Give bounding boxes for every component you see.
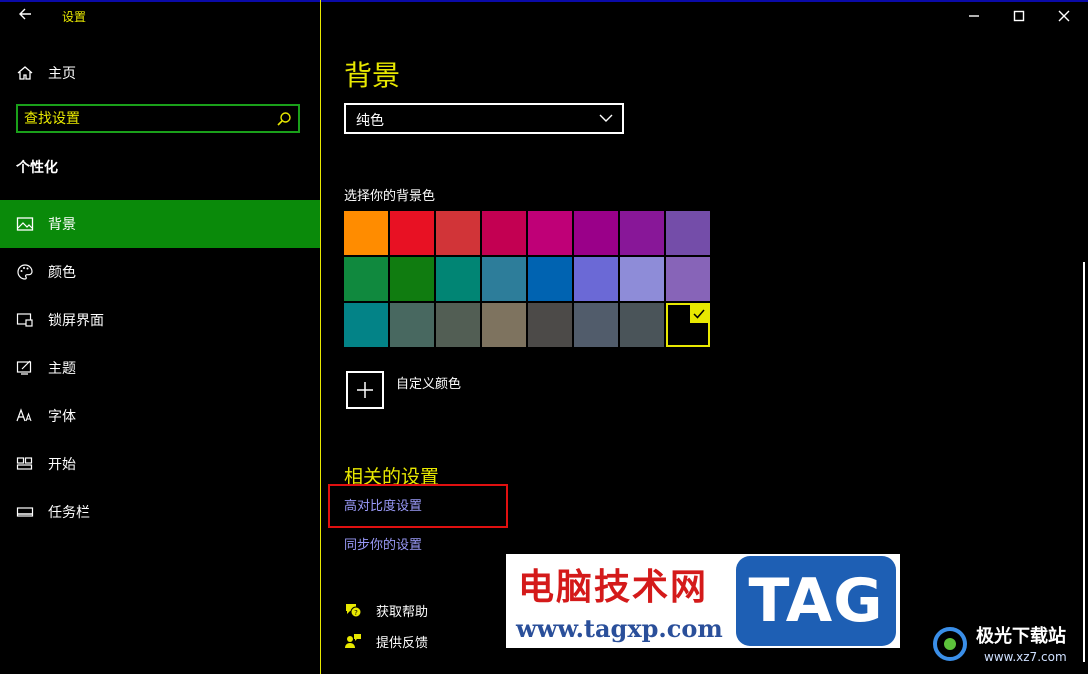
watermark-corner-url: www.xz7.com <box>984 650 1067 664</box>
color-swatch[interactable] <box>666 257 710 301</box>
feedback-icon <box>345 634 361 648</box>
get-help-label: 获取帮助 <box>376 604 429 620</box>
color-swatch[interactable] <box>574 211 618 255</box>
sidebar-item-lock-screen[interactable]: 锁屏界面 <box>0 296 320 344</box>
sidebar-item-taskbar[interactable]: 任务栏 <box>0 488 320 536</box>
sidebar-item-label: 主题 <box>48 361 76 377</box>
plus-icon <box>357 382 373 398</box>
page-title: 背景 <box>344 59 401 92</box>
color-swatch[interactable] <box>666 303 710 347</box>
watermark-tag-logo: TAG <box>736 556 896 646</box>
color-swatch[interactable] <box>390 211 434 255</box>
color-swatch[interactable] <box>482 211 526 255</box>
sidebar-item-label: 字体 <box>48 409 76 425</box>
maximize-button[interactable] <box>1007 6 1031 26</box>
watermark-logo-icon <box>933 627 967 661</box>
svg-text:?: ? <box>354 609 358 617</box>
color-swatch[interactable] <box>390 257 434 301</box>
color-swatch[interactable] <box>528 257 572 301</box>
sidebar-item-background[interactable]: 背景 <box>0 200 320 248</box>
sidebar-item-label: 锁屏界面 <box>48 313 104 329</box>
watermark-tag-text: TAG <box>748 566 884 636</box>
sidebar-home-label: 主页 <box>48 66 76 82</box>
minimize-button[interactable] <box>962 6 986 26</box>
sidebar-item-colors[interactable]: 颜色 <box>0 248 320 296</box>
color-swatch[interactable] <box>436 211 480 255</box>
minimize-icon <box>969 15 979 17</box>
sidebar-item-label: 任务栏 <box>48 505 90 521</box>
watermark-site-name: 电脑技术网 <box>518 567 709 608</box>
sidebar: 设置 主页 个性化 背景 颜色 锁屏界面 主题 字体 <box>0 0 320 674</box>
search-icon[interactable] <box>276 111 292 127</box>
color-swatch[interactable] <box>620 303 664 347</box>
sidebar-item-label: 开始 <box>48 457 76 473</box>
color-swatch[interactable] <box>620 211 664 255</box>
start-icon <box>16 455 34 473</box>
back-arrow-icon <box>19 8 31 20</box>
maximize-icon <box>1013 10 1025 22</box>
sidebar-item-fonts[interactable]: 字体 <box>0 392 320 440</box>
close-icon <box>1058 10 1070 22</box>
chevron-down-icon <box>599 114 613 122</box>
scrollbar[interactable] <box>1083 262 1085 662</box>
watermark-banner: 电脑技术网 www.tagxp.com TAG <box>506 554 900 648</box>
image-icon <box>16 215 34 233</box>
search-box[interactable] <box>16 104 300 133</box>
custom-color-button[interactable] <box>346 371 384 409</box>
background-type-dropdown[interactable]: 纯色 <box>344 103 624 134</box>
app-title: 设置 <box>62 10 87 24</box>
color-swatch[interactable] <box>574 257 618 301</box>
section-title: 个性化 <box>16 160 58 176</box>
close-button[interactable] <box>1052 6 1076 26</box>
sidebar-item-label: 颜色 <box>48 265 76 281</box>
color-swatch[interactable] <box>436 257 480 301</box>
watermark-corner-name: 极光下载站 <box>976 626 1066 647</box>
custom-color-label[interactable]: 自定义颜色 <box>396 373 461 392</box>
color-swatch[interactable] <box>344 303 388 347</box>
color-swatch[interactable] <box>528 303 572 347</box>
color-swatch[interactable] <box>436 303 480 347</box>
font-icon <box>16 407 34 425</box>
dropdown-value: 纯色 <box>356 113 384 129</box>
home-icon <box>17 66 33 80</box>
color-swatch[interactable] <box>482 257 526 301</box>
color-swatch[interactable] <box>528 211 572 255</box>
sync-settings-link[interactable]: 同步你的设置 <box>344 534 422 553</box>
color-swatch[interactable] <box>574 303 618 347</box>
sidebar-item-themes[interactable]: 主题 <box>0 344 320 392</box>
color-swatch[interactable] <box>344 257 388 301</box>
back-button[interactable] <box>14 6 36 26</box>
feedback-label: 提供反馈 <box>376 635 429 651</box>
palette-icon <box>16 263 34 281</box>
get-help-link[interactable]: ? 获取帮助 <box>344 600 428 620</box>
color-grid <box>344 211 714 347</box>
color-swatch[interactable] <box>390 303 434 347</box>
sidebar-item-label: 背景 <box>48 217 76 233</box>
lock-screen-icon <box>16 311 34 329</box>
watermark-corner: 极光下载站 www.xz7.com <box>926 618 1086 670</box>
sidebar-nav: 背景 颜色 锁屏界面 主题 字体 开始 任务栏 <box>0 200 320 536</box>
highlight-annotation-box <box>328 484 508 528</box>
color-picker-label: 选择你的背景色 <box>344 189 436 204</box>
watermark-url: www.tagxp.com <box>516 614 723 643</box>
taskbar-icon <box>16 503 34 521</box>
sidebar-item-home[interactable]: 主页 <box>16 62 76 84</box>
color-swatch[interactable] <box>482 303 526 347</box>
sidebar-divider <box>320 0 321 674</box>
sidebar-item-start[interactable]: 开始 <box>0 440 320 488</box>
search-input[interactable] <box>24 109 264 128</box>
color-swatch[interactable] <box>666 211 710 255</box>
color-swatch[interactable] <box>344 211 388 255</box>
color-swatch[interactable] <box>620 257 664 301</box>
feedback-link[interactable]: 提供反馈 <box>344 631 428 651</box>
theme-icon <box>16 359 34 377</box>
help-chat-icon: ? <box>346 604 362 618</box>
checkmark-icon <box>690 305 708 323</box>
